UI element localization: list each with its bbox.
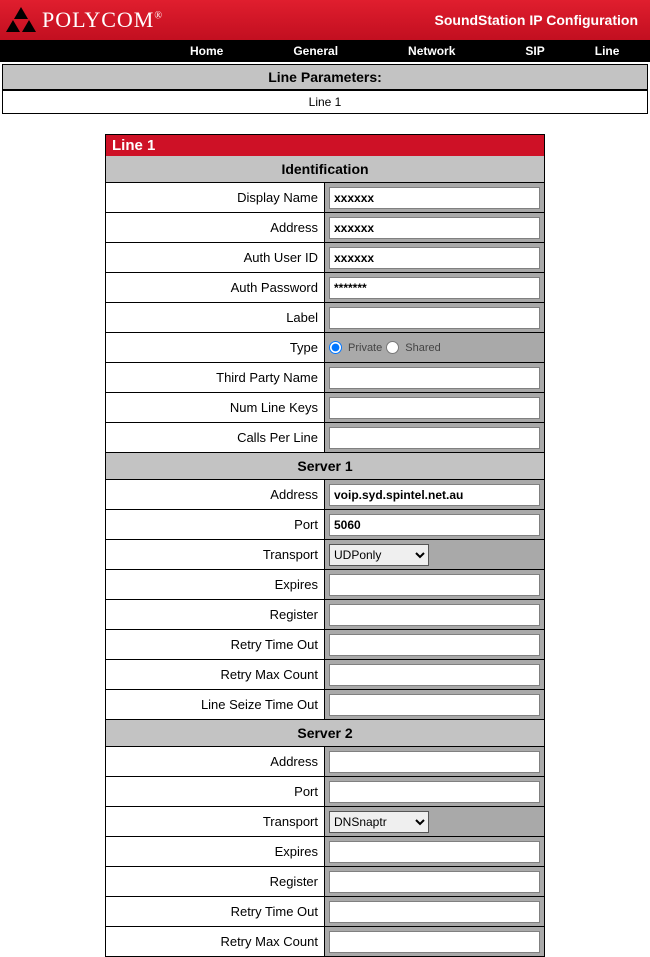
nav-home[interactable]: Home <box>180 44 233 58</box>
s2-address-input[interactable] <box>329 751 540 773</box>
num-line-keys-label: Num Line Keys <box>106 393 325 422</box>
s2-retry-time-out-label: Retry Time Out <box>106 897 325 926</box>
header-bar: POLYCOM® SoundStation IP Configuration <box>0 0 650 40</box>
s2-port-label: Port <box>106 777 325 806</box>
s2-retry-max-count-input[interactable] <box>329 931 540 953</box>
section-server1: Server 1 <box>105 453 545 480</box>
type-shared-radio[interactable] <box>386 341 399 354</box>
line-config-form: Line 1 Identification Display Name Addre… <box>105 134 545 957</box>
s2-expires-label: Expires <box>106 837 325 866</box>
nav-sip[interactable]: SIP <box>515 44 554 58</box>
s2-transport-select[interactable]: DNSnaptr <box>329 811 429 833</box>
auth-password-input[interactable] <box>329 277 540 299</box>
s2-transport-label: Transport <box>106 807 325 836</box>
s1-retry-time-out-input[interactable] <box>329 634 540 656</box>
s1-address-label: Address <box>106 480 325 509</box>
s1-transport-select[interactable]: UDPonly <box>329 544 429 566</box>
line-number: Line 1 <box>3 91 647 113</box>
s1-register-input[interactable] <box>329 604 540 626</box>
s1-expires-input[interactable] <box>329 574 540 596</box>
nav-line[interactable]: Line <box>585 44 630 58</box>
address-input[interactable] <box>329 217 540 239</box>
address-label: Address <box>106 213 325 242</box>
s2-expires-input[interactable] <box>329 841 540 863</box>
display-name-input[interactable] <box>329 187 540 209</box>
auth-user-id-label: Auth User ID <box>106 243 325 272</box>
third-party-name-input[interactable] <box>329 367 540 389</box>
s1-line-seize-time-out-label: Line Seize Time Out <box>106 690 325 719</box>
num-line-keys-input[interactable] <box>329 397 540 419</box>
label-label: Label <box>106 303 325 332</box>
s1-port-input[interactable] <box>329 514 540 536</box>
nav-network[interactable]: Network <box>398 44 465 58</box>
section-server2: Server 2 <box>105 720 545 747</box>
auth-user-id-input[interactable] <box>329 247 540 269</box>
s2-retry-max-count-label: Retry Max Count <box>106 927 325 956</box>
s1-line-seize-time-out-input[interactable] <box>329 694 540 716</box>
type-label: Type <box>106 333 325 362</box>
s1-retry-max-count-label: Retry Max Count <box>106 660 325 689</box>
label-input[interactable] <box>329 307 540 329</box>
type-private-label: Private <box>348 342 382 354</box>
brand-logo: POLYCOM® <box>6 7 163 33</box>
s2-address-label: Address <box>106 747 325 776</box>
line-parameters-panel: Line Parameters: Line 1 <box>2 64 648 114</box>
s2-retry-time-out-input[interactable] <box>329 901 540 923</box>
third-party-name-label: Third Party Name <box>106 363 325 392</box>
main-nav: Home General Network SIP Line <box>0 40 650 62</box>
s1-port-label: Port <box>106 510 325 539</box>
s1-address-input[interactable] <box>329 484 540 506</box>
s1-register-label: Register <box>106 600 325 629</box>
s1-expires-label: Expires <box>106 570 325 599</box>
calls-per-line-label: Calls Per Line <box>106 423 325 452</box>
form-title: Line 1 <box>105 134 545 156</box>
s2-port-input[interactable] <box>329 781 540 803</box>
calls-per-line-input[interactable] <box>329 427 540 449</box>
type-private-radio[interactable] <box>329 341 342 354</box>
s1-transport-label: Transport <box>106 540 325 569</box>
line-parameters-heading: Line Parameters: <box>3 65 647 91</box>
nav-general[interactable]: General <box>283 44 348 58</box>
page-title: SoundStation IP Configuration <box>435 12 639 28</box>
s1-retry-max-count-input[interactable] <box>329 664 540 686</box>
s1-retry-time-out-label: Retry Time Out <box>106 630 325 659</box>
polycom-logo-icon <box>6 7 36 33</box>
section-identification: Identification <box>105 156 545 183</box>
s2-register-input[interactable] <box>329 871 540 893</box>
brand-name: POLYCOM® <box>42 7 163 33</box>
s2-register-label: Register <box>106 867 325 896</box>
type-shared-label: Shared <box>405 342 440 354</box>
display-name-label: Display Name <box>106 183 325 212</box>
auth-password-label: Auth Password <box>106 273 325 302</box>
